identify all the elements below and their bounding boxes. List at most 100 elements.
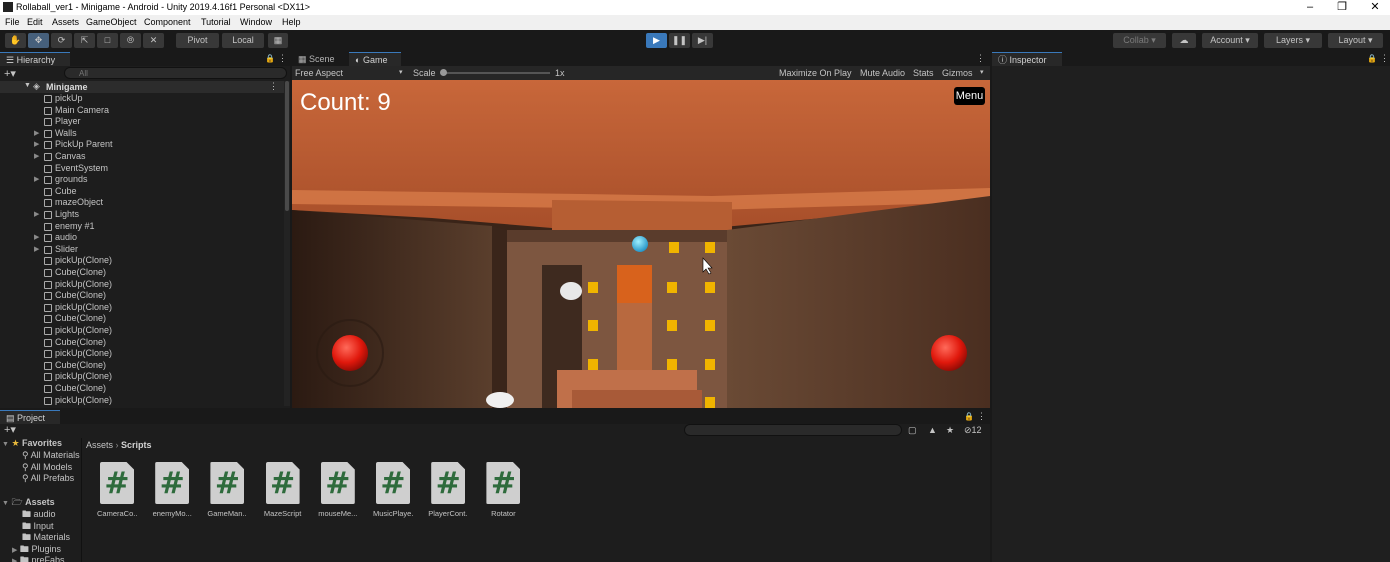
menu-window[interactable]: Window	[240, 17, 272, 27]
hierarchy-item[interactable]: ▶ Lights	[0, 209, 290, 221]
expand-arrow-icon[interactable]: ▶	[34, 151, 39, 163]
project-more-icon[interactable]: ⋮	[977, 411, 986, 422]
game-viewport[interactable]: Count: 9 Menu	[292, 80, 990, 408]
menu-edit[interactable]: Edit	[27, 17, 43, 27]
scene-menu-icon[interactable]: ⋮	[269, 81, 278, 92]
layers-dropdown[interactable]: Layers ▾	[1264, 33, 1322, 48]
filter-type-icon[interactable]: ▢	[908, 425, 917, 436]
hierarchy-item[interactable]: pickUp	[0, 93, 290, 105]
more-menu-icon[interactable]: ⋮	[278, 53, 287, 64]
hierarchy-item[interactable]: Player	[0, 116, 290, 128]
expand-arrow-icon[interactable]: ▶	[34, 174, 39, 186]
hierarchy-item[interactable]: ▶ grounds	[0, 174, 290, 186]
aspect-dropdown[interactable]: Free Aspect	[295, 68, 343, 78]
hierarchy-item[interactable]: pickUp(Clone)	[0, 302, 290, 314]
restore-icon[interactable]: ❐	[1327, 0, 1357, 15]
step-button[interactable]: ▶|	[692, 33, 713, 48]
pivot-toggle[interactable]: Pivot	[176, 33, 219, 48]
script-asset[interactable]: # MusicPlaye...	[373, 462, 413, 518]
grid-snap-icon[interactable]: ▦	[268, 33, 288, 48]
tab-game[interactable]: ◐ Game	[349, 52, 401, 66]
hierarchy-item[interactable]: Cube	[0, 186, 290, 198]
local-toggle[interactable]: Local	[222, 33, 264, 48]
script-asset[interactable]: # mouseMe...	[318, 462, 358, 518]
hierarchy-scrollbar[interactable]	[284, 81, 290, 406]
hierarchy-item[interactable]: pickUp(Clone)	[0, 279, 290, 291]
expand-arrow-icon[interactable]: ▶	[34, 209, 39, 221]
gizmos-chevron-icon[interactable]: ▾	[980, 68, 984, 76]
menu-file[interactable]: File	[5, 17, 20, 27]
play-button[interactable]: ▶	[646, 33, 667, 48]
scale-tool-icon[interactable]: ⇱	[74, 33, 95, 48]
mute-audio-toggle[interactable]: Mute Audio	[860, 68, 905, 78]
hierarchy-item[interactable]: Cube(Clone)	[0, 267, 290, 279]
close-icon[interactable]: ✕	[1360, 0, 1390, 15]
hierarchy-search-input[interactable]	[64, 67, 287, 79]
hierarchy-item[interactable]: pickUp(Clone)	[0, 255, 290, 267]
collab-dropdown[interactable]: Collab ▾	[1113, 33, 1166, 48]
menu-tutorial[interactable]: Tutorial	[201, 17, 231, 27]
script-asset[interactable]: # enemyMo...	[152, 462, 192, 518]
custom-tool-icon[interactable]: ✕	[143, 33, 164, 48]
hierarchy-item[interactable]: enemy #1	[0, 221, 290, 233]
script-asset[interactable]: # PlayerCont...	[428, 462, 468, 518]
hierarchy-item[interactable]: Cube(Clone)	[0, 313, 290, 325]
scale-slider[interactable]	[442, 72, 550, 74]
expand-arrow-icon[interactable]: ▶	[34, 244, 39, 256]
stats-toggle[interactable]: Stats	[913, 68, 934, 78]
expand-arrow-icon[interactable]: ▼	[24, 82, 31, 89]
expand-arrow-icon[interactable]: ▶	[34, 139, 39, 151]
breadcrumb-assets[interactable]: Assets	[86, 440, 113, 450]
hierarchy-item[interactable]: Cube(Clone)	[0, 290, 290, 302]
expand-arrow-icon[interactable]: ▶	[12, 558, 17, 562]
scale-slider-handle[interactable]	[440, 69, 447, 76]
menu-help[interactable]: Help	[282, 17, 301, 27]
expand-arrow-icon[interactable]: ▶	[34, 128, 39, 140]
tab-project[interactable]: ▤ Project	[0, 410, 60, 424]
lock-icon[interactable]: 🔒	[265, 54, 275, 63]
tab-inspector[interactable]: ⓘ Inspector	[992, 52, 1062, 66]
hierarchy-item[interactable]: Cube(Clone)	[0, 360, 290, 372]
game-more-icon[interactable]: ⋮	[976, 53, 985, 64]
filter-label-icon[interactable]: ▲	[928, 425, 937, 435]
script-asset[interactable]: # Rotator	[483, 462, 523, 518]
hierarchy-item[interactable]: Cube(Clone)	[0, 337, 290, 349]
inspector-more-icon[interactable]: ⋮	[1380, 53, 1389, 64]
move-tool-icon[interactable]: ✥	[28, 33, 49, 48]
maximize-on-play-toggle[interactable]: Maximize On Play	[779, 68, 852, 78]
menu-button[interactable]: Menu	[954, 87, 985, 105]
script-asset[interactable]: # CameraCo...	[97, 462, 137, 518]
layout-dropdown[interactable]: Layout ▾	[1328, 33, 1383, 48]
account-dropdown[interactable]: Account ▾	[1202, 33, 1258, 48]
tab-scene[interactable]: ▦ Scene	[292, 52, 349, 66]
hierarchy-item[interactable]: ▶ Walls	[0, 128, 290, 140]
hierarchy-item[interactable]: ▶ Slider	[0, 244, 290, 256]
menu-component[interactable]: Component	[144, 17, 191, 27]
hierarchy-item[interactable]: pickUp(Clone)	[0, 395, 290, 407]
pause-button[interactable]: ❚❚	[669, 33, 690, 48]
cloud-icon[interactable]: ☁	[1172, 33, 1196, 48]
expand-arrow-icon[interactable]: ▶	[34, 232, 39, 244]
menu-assets[interactable]: Assets	[52, 17, 79, 27]
favorite-star-icon[interactable]: ★	[946, 425, 954, 436]
create-asset-button[interactable]: +▾	[4, 423, 16, 436]
favorite-item[interactable]: ⚲ All Materials	[22, 450, 80, 461]
hidden-packages-toggle[interactable]: ⊘12	[964, 425, 982, 436]
hierarchy-item[interactable]: pickUp(Clone)	[0, 371, 290, 383]
hierarchy-item[interactable]: Cube(Clone)	[0, 383, 290, 395]
hand-tool-icon[interactable]: ✋	[5, 33, 26, 48]
breadcrumb-scripts[interactable]: Scripts	[121, 440, 152, 450]
script-asset[interactable]: # MazeScript	[263, 462, 303, 518]
tab-hierarchy[interactable]: ☰ Hierarchy	[0, 52, 70, 66]
favorites-node[interactable]: ▼ ★ Favorites	[2, 438, 62, 449]
transform-tool-icon[interactable]: ⦾	[120, 33, 141, 48]
hierarchy-item[interactable]: mazeObject	[0, 197, 290, 209]
inspector-lock-icon[interactable]: 🔒	[1367, 54, 1377, 63]
hierarchy-item[interactable]: ▶ PickUp Parent	[0, 139, 290, 151]
minimize-icon[interactable]: –	[1295, 0, 1325, 15]
project-lock-icon[interactable]: 🔒	[964, 412, 974, 421]
hierarchy-item[interactable]: ▶ audio	[0, 232, 290, 244]
scene-row[interactable]: ▼ ◈ Minigame ⋮	[0, 81, 284, 93]
menu-gameobject[interactable]: GameObject	[86, 17, 137, 27]
favorite-item[interactable]: ⚲ All Models	[22, 462, 72, 473]
